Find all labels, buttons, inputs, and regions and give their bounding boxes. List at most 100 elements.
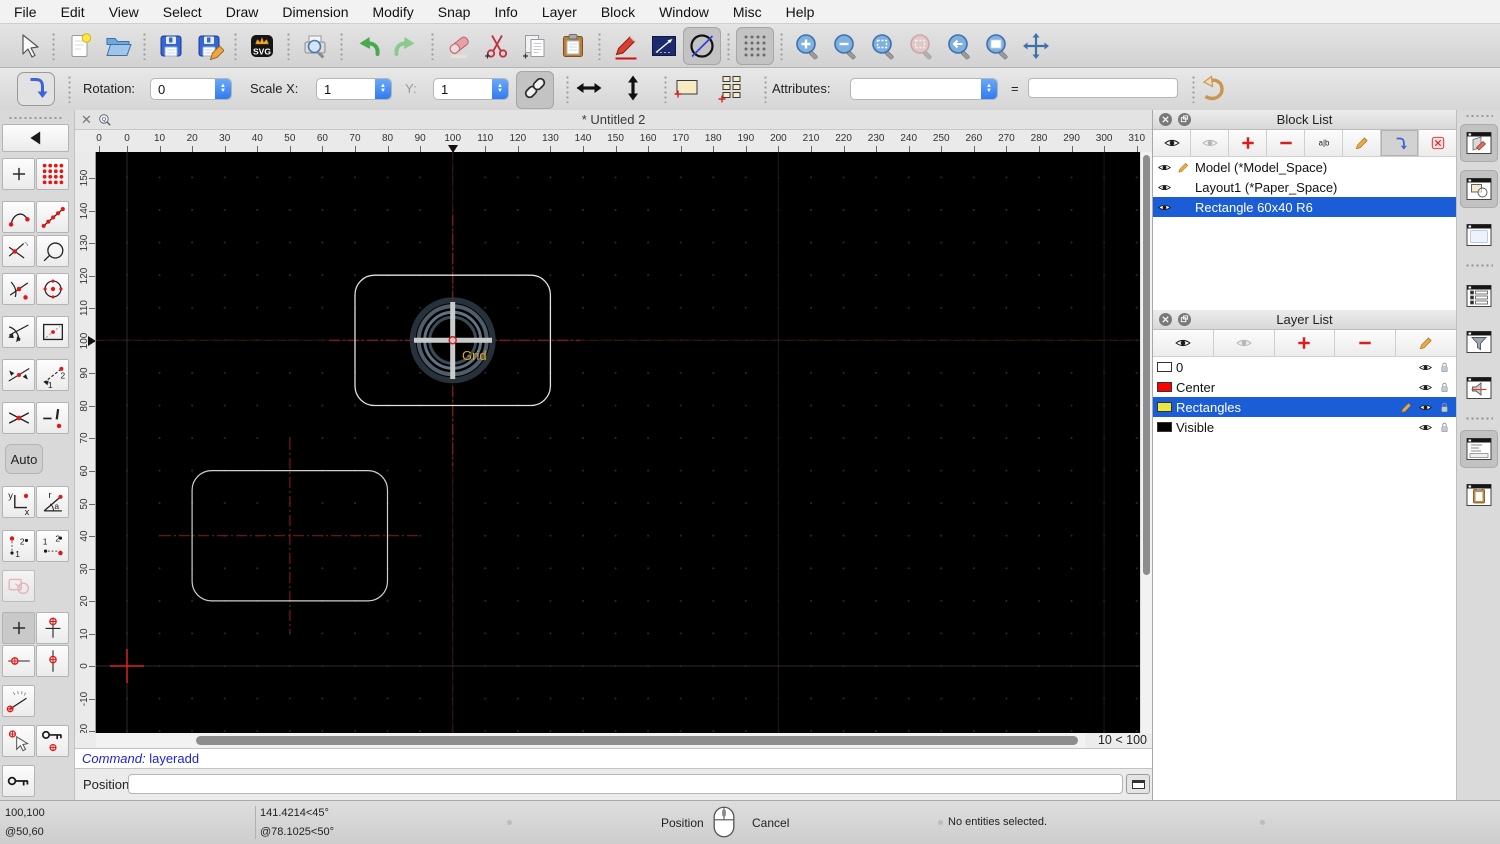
dock-selection-filter-button[interactable] <box>1460 323 1498 361</box>
snap-intersection-button[interactable] <box>2 235 35 267</box>
close-document-icon[interactable]: ✕ <box>81 112 92 128</box>
reset-button[interactable] <box>1194 71 1232 109</box>
snap-entity-button[interactable] <box>36 235 69 267</box>
draw-circle-button[interactable] <box>683 26 721 65</box>
restrict-angle-button[interactable] <box>2 685 35 717</box>
snap-on-entity-button[interactable] <box>36 201 69 233</box>
save-document-button[interactable] <box>152 27 190 65</box>
save-document-as-button[interactable] <box>190 27 228 65</box>
restrict-orthogonal-button[interactable] <box>36 612 69 644</box>
layer-list-item[interactable]: 0 <box>1153 357 1456 377</box>
layer-list-item[interactable]: Center <box>1153 377 1456 397</box>
flip-vertical-button[interactable] <box>614 71 652 109</box>
attributes-select[interactable]: ▲ ▼ <box>850 78 998 100</box>
menu-edit[interactable]: Edit <box>61 4 85 20</box>
close-panel-icon[interactable] <box>1159 113 1172 126</box>
set-relative-zero-button[interactable] <box>2 725 35 757</box>
snap-endpoints-button[interactable] <box>2 201 35 233</box>
print-preview-button[interactable] <box>296 27 334 65</box>
menu-misc[interactable]: Misc <box>733 4 762 20</box>
float-panel-icon[interactable] <box>1178 113 1191 126</box>
menu-snap[interactable]: Snap <box>438 4 471 20</box>
horizontal-scroll-thumb[interactable] <box>196 736 1078 745</box>
edit-layer-button[interactable] <box>1396 330 1456 356</box>
dock-clipboard-button[interactable] <box>1460 476 1498 514</box>
open-document-button[interactable] <box>99 27 137 65</box>
zoom-in-button[interactable] <box>789 27 827 65</box>
dock-preview-button[interactable] <box>1460 216 1498 254</box>
purge-block-button[interactable] <box>1419 130 1456 156</box>
snap-auto-button[interactable]: Auto <box>5 444 43 474</box>
select-pointer-button[interactable] <box>8 27 46 65</box>
menu-file[interactable]: File <box>14 4 37 20</box>
show-all-layers-button[interactable] <box>1153 330 1214 356</box>
relative-zero-locked-button[interactable] <box>2 765 35 797</box>
remove-block-button[interactable] <box>1267 130 1305 156</box>
toggle-grid-button[interactable] <box>736 26 774 65</box>
snap-intersection-manual-button[interactable] <box>2 359 35 391</box>
zoom-out-button[interactable] <box>827 27 865 65</box>
drawing-canvas[interactable]: Grid <box>96 152 1140 733</box>
keep-proportions-button[interactable] <box>516 71 554 109</box>
restrict-horizontal-button[interactable] <box>2 645 35 677</box>
vertical-scrollbar[interactable] <box>1140 152 1152 733</box>
svg-export-button[interactable]: SVG <box>243 27 281 65</box>
layer-list-item[interactable]: Rectangles <box>1153 397 1456 417</box>
show-all-blocks-button[interactable] <box>1153 130 1191 156</box>
snap-nothing-button[interactable] <box>36 402 69 434</box>
horizontal-scrollbar[interactable] <box>96 733 1085 748</box>
menu-select[interactable]: Select <box>163 4 202 20</box>
menu-window[interactable]: Window <box>659 4 709 20</box>
dock-command-line-button[interactable] <box>1459 430 1498 468</box>
attribute-value-field[interactable] <box>1028 78 1178 98</box>
insert-block-button[interactable] <box>1381 130 1419 156</box>
zoom-previous-button[interactable] <box>903 27 941 65</box>
add-block-button[interactable] <box>1229 130 1267 156</box>
rename-block-button[interactable]: a|b <box>1305 130 1343 156</box>
stepper-icon[interactable]: ▲ ▼ <box>981 79 997 99</box>
zoom-pan-button[interactable] <box>1017 27 1055 65</box>
menu-modify[interactable]: Modify <box>373 4 414 20</box>
restrict-vertical-button[interactable] <box>36 645 69 677</box>
insert-order-button[interactable] <box>17 72 55 106</box>
snap-corner-2-button[interactable]: 12 <box>36 530 69 562</box>
command-window-button[interactable] <box>1126 774 1150 794</box>
dock-library-browser-button[interactable] <box>1459 170 1498 208</box>
snap-middle-button[interactable] <box>2 273 35 305</box>
cut-button[interactable] <box>478 27 516 65</box>
snap-auto-button[interactable] <box>2 316 35 348</box>
dock-entity-list-button[interactable] <box>1460 277 1498 315</box>
single-insert-button[interactable] <box>668 71 706 109</box>
edit-block-button[interactable] <box>1343 130 1381 156</box>
snap-center-button[interactable] <box>36 273 69 305</box>
command-input[interactable] <box>128 774 1123 794</box>
coordinate-polar-button[interactable]: ra <box>36 486 69 518</box>
menu-view[interactable]: View <box>109 4 139 20</box>
stepper-icon[interactable]: ▲ ▼ <box>375 79 391 99</box>
redo-button[interactable] <box>387 27 425 65</box>
add-layer-button[interactable] <box>1274 330 1336 356</box>
draw-freehand-button[interactable] <box>607 27 645 65</box>
zoom-window-button[interactable] <box>979 27 1017 65</box>
snap-reference-button[interactable] <box>36 316 69 348</box>
zoom-auto-button[interactable] <box>865 27 903 65</box>
options-back-button[interactable] <box>2 124 69 152</box>
undo-button[interactable] <box>349 27 387 65</box>
hide-all-blocks-button[interactable] <box>1191 130 1229 156</box>
menu-layer[interactable]: Layer <box>542 4 577 20</box>
coordinate-cartesian-button[interactable]: yx <box>2 486 35 518</box>
draw-line-button[interactable] <box>645 27 683 65</box>
scale-x-input[interactable]: 1 ▲ ▼ <box>316 78 392 100</box>
snap-free-button[interactable] <box>2 158 35 190</box>
snap-grid-button[interactable] <box>36 158 69 190</box>
block-list-item[interactable]: Model (*Model_Space) <box>1153 157 1456 177</box>
float-panel-icon[interactable] <box>1178 313 1191 326</box>
block-list-item[interactable]: Layout1 (*Paper_Space) <box>1153 177 1456 197</box>
stepper-icon[interactable]: ▲ ▼ <box>492 79 508 99</box>
menu-block[interactable]: Block <box>601 4 635 20</box>
remove-layer-button[interactable] <box>1335 330 1397 356</box>
menu-help[interactable]: Help <box>786 4 815 20</box>
command-history[interactable]: Command: layeradd <box>75 748 1152 769</box>
delete-entities-button[interactable] <box>440 27 478 65</box>
menu-info[interactable]: Info <box>494 4 517 20</box>
